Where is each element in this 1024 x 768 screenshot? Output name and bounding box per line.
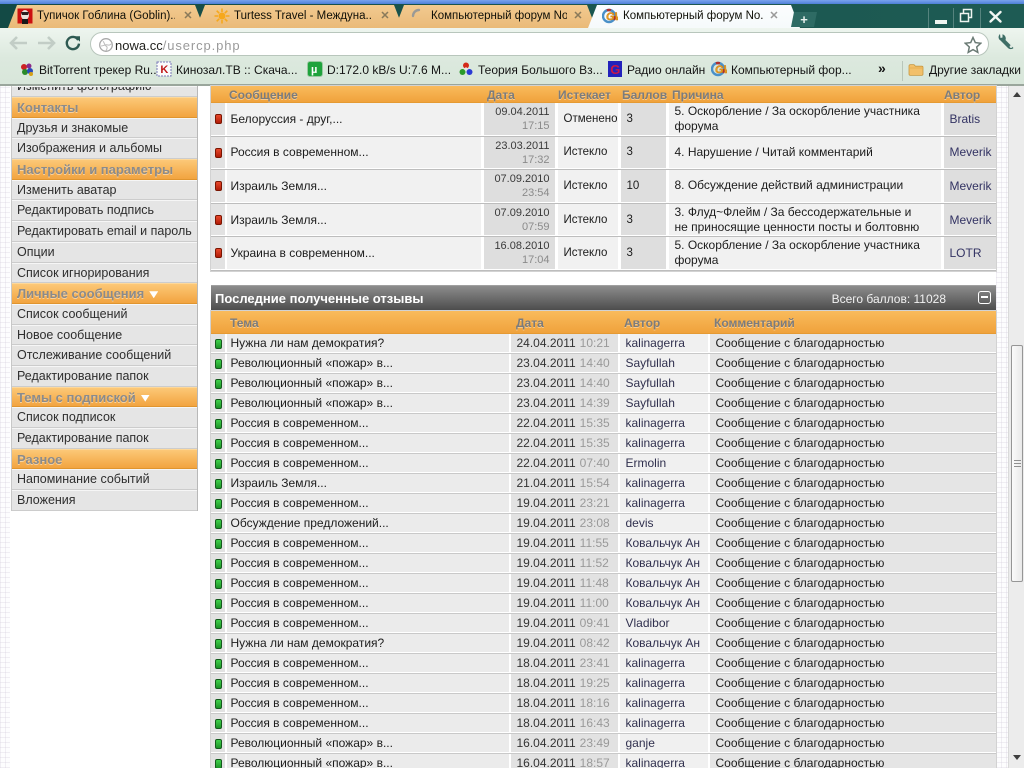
svg-text:GW: GW <box>715 64 727 76</box>
svg-text:K: K <box>160 64 168 76</box>
svg-text:G: G <box>610 62 620 77</box>
svg-text:GW: GW <box>606 11 618 23</box>
svg-text:µ: µ <box>311 64 317 76</box>
